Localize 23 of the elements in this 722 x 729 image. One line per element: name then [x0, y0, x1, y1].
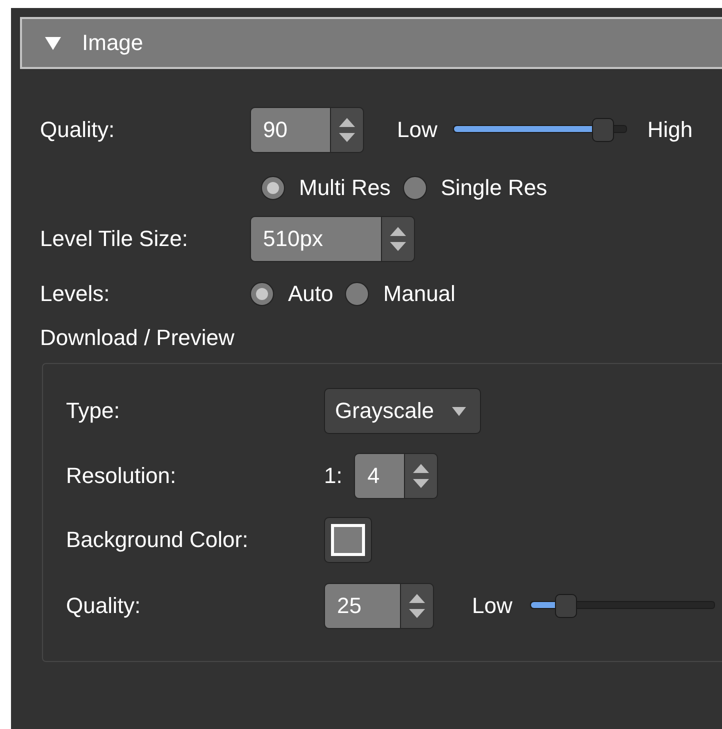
option-label[interactable]: Manual [383, 281, 456, 307]
field-label: Type: [66, 398, 121, 424]
type-dropdown[interactable]: Grayscale [324, 388, 482, 434]
field-label: Background Color: [66, 527, 250, 553]
number-field[interactable]: 4 [354, 453, 404, 499]
slider-max-label: High [647, 117, 693, 143]
option-label[interactable]: Single Res [440, 175, 548, 201]
field-label: Resolution: [66, 463, 178, 489]
number-field[interactable]: 90 [250, 107, 330, 153]
field-label: Quality: [40, 117, 116, 143]
slider-min-label: Low [397, 117, 438, 143]
option-label[interactable]: Multi Res [299, 175, 391, 201]
number-field[interactable]: 25 [324, 583, 400, 629]
ratio-prefix: 1: [324, 463, 342, 489]
group-title: Download / Preview [40, 325, 234, 351]
number-field[interactable]: 510px [250, 216, 381, 262]
field-label: Levels: [40, 281, 111, 307]
slider-min-label: Low [472, 593, 512, 619]
field-label: Quality: [66, 593, 142, 619]
section-title: Image [82, 30, 144, 56]
option-label[interactable]: Auto [288, 281, 334, 307]
field-label: Level Tile Size: [40, 226, 189, 252]
section-header[interactable]: Image [20, 17, 722, 69]
